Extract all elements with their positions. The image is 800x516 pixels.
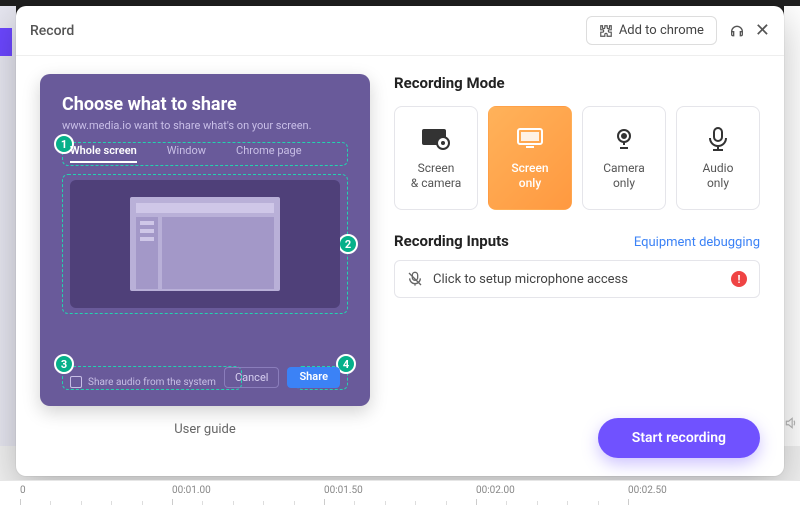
share-subtitle: www.media.io want to share what's on you… bbox=[62, 119, 348, 132]
share-audio-row[interactable]: Share audio from the system bbox=[70, 376, 216, 388]
background-accent bbox=[0, 28, 12, 56]
share-panel: Choose what to share www.media.io want t… bbox=[40, 74, 370, 406]
mic-icon bbox=[707, 125, 729, 153]
mode-audio-only-label: Audio only bbox=[703, 161, 734, 191]
tab-whole-screen[interactable]: Whole screen bbox=[70, 144, 137, 163]
tab-window[interactable]: Window bbox=[167, 144, 206, 163]
speaker-icon bbox=[784, 416, 798, 430]
share-audio-label: Share audio from the system bbox=[88, 377, 216, 388]
puzzle-icon bbox=[599, 24, 613, 38]
dialog-title: Record bbox=[30, 23, 586, 39]
mode-screen-only-label: Screen only bbox=[511, 161, 548, 191]
mode-screen-camera[interactable]: Screen & camera bbox=[394, 106, 478, 210]
mode-audio-only[interactable]: Audio only bbox=[676, 106, 760, 210]
recording-mode-title: Recording Mode bbox=[394, 74, 760, 92]
background-right bbox=[784, 6, 800, 446]
tick-4: 00:02.50 bbox=[628, 485, 667, 496]
screen-icon bbox=[517, 125, 543, 153]
share-button[interactable]: Share bbox=[287, 367, 340, 388]
add-to-chrome-button[interactable]: Add to chrome bbox=[586, 16, 717, 45]
user-guide-caption: User guide bbox=[40, 422, 370, 437]
tick-3: 00:02.00 bbox=[476, 485, 515, 496]
cancel-button[interactable]: Cancel bbox=[224, 367, 279, 388]
share-title: Choose what to share bbox=[62, 94, 348, 115]
headset-icon[interactable] bbox=[729, 23, 745, 39]
badge-3: 3 bbox=[54, 354, 74, 374]
warning-icon: ! bbox=[731, 271, 747, 287]
screen-camera-icon bbox=[421, 125, 451, 153]
mode-screen-camera-label: Screen & camera bbox=[411, 161, 462, 191]
close-icon[interactable]: ✕ bbox=[755, 20, 770, 41]
settings-column: Recording Mode Screen & camera Screen on… bbox=[394, 74, 760, 460]
tick-2: 00:01.50 bbox=[324, 485, 363, 496]
background-left bbox=[0, 6, 16, 446]
mic-muted-icon bbox=[407, 271, 423, 287]
inputs-header: Recording Inputs Equipment debugging bbox=[394, 232, 760, 250]
tab-chrome-page[interactable]: Chrome page bbox=[236, 144, 302, 163]
checkbox-icon[interactable] bbox=[70, 376, 82, 388]
recording-inputs-title: Recording Inputs bbox=[394, 232, 509, 250]
dialog-header: Record Add to chrome ✕ bbox=[16, 6, 784, 56]
dialog-body: Choose what to share www.media.io want t… bbox=[16, 56, 784, 476]
tick-1: 00:01.00 bbox=[172, 485, 211, 496]
record-dialog: Record Add to chrome ✕ Choose what to sh… bbox=[16, 6, 784, 476]
start-recording-button[interactable]: Start recording bbox=[598, 418, 760, 458]
preview-box[interactable] bbox=[70, 180, 340, 308]
add-to-chrome-label: Add to chrome bbox=[619, 23, 704, 38]
camera-icon bbox=[612, 125, 636, 153]
tick-0: 0 bbox=[20, 485, 26, 496]
equipment-debugging-link[interactable]: Equipment debugging bbox=[634, 235, 760, 250]
mode-row: Screen & camera Screen only Camera only bbox=[394, 106, 760, 210]
mode-camera-only[interactable]: Camera only bbox=[582, 106, 666, 210]
badge-2: 2 bbox=[338, 234, 358, 254]
timeline[interactable]: 0 00:01.00 00:01.50 00:02.00 00:02.50 bbox=[0, 480, 800, 516]
preview-window bbox=[130, 197, 280, 291]
share-buttons: Cancel Share bbox=[224, 367, 340, 388]
guide-column: Choose what to share www.media.io want t… bbox=[40, 74, 370, 460]
mic-setup-label: Click to setup microphone access bbox=[433, 272, 628, 287]
mic-setup-row[interactable]: Click to setup microphone access ! bbox=[394, 260, 760, 298]
share-tabs: Whole screen Window Chrome page bbox=[70, 144, 340, 163]
mode-screen-only[interactable]: Screen only bbox=[488, 106, 572, 210]
mode-camera-only-label: Camera only bbox=[603, 161, 645, 191]
